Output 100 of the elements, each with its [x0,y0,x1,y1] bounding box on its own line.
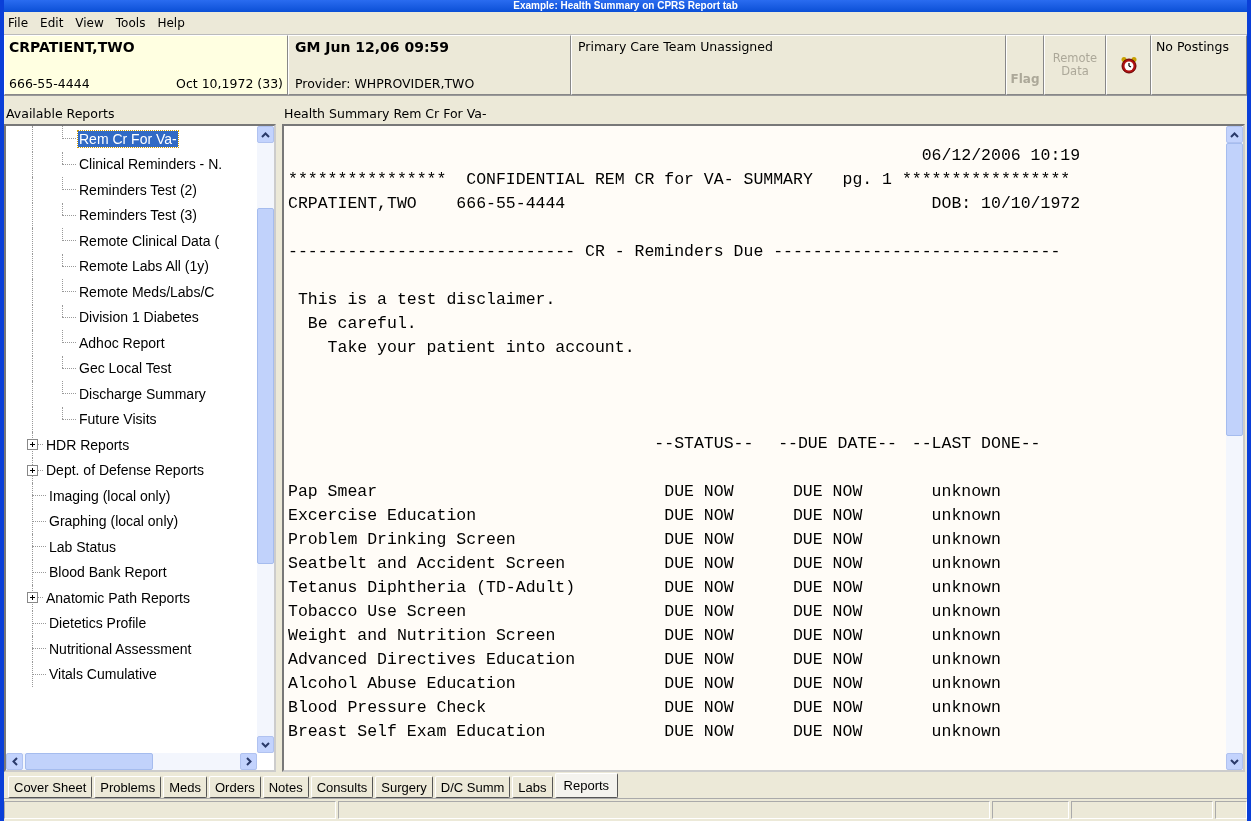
column-header: --LAST DONE-- [911,433,1042,455]
reminder-due-date: DUE NOW [791,481,864,503]
reminder-name: Alcohol Abuse Education [288,673,517,695]
reminder-status: DUE NOW [663,697,735,719]
patient-panel[interactable]: CRPATIENT,TWO 666-55-4444 Oct 10,1972 (33) [4,35,288,95]
tree-item[interactable]: Vitals Cumulative [48,666,158,683]
reminder-name: Excercise Education [288,505,478,527]
menu-item[interactable]: View [75,16,104,30]
reminder-due-date: DUE NOW [791,649,864,671]
tree-item[interactable]: Reminders Test (3) [78,207,198,224]
tree-item[interactable]: Blood Bank Report [48,564,168,581]
tab[interactable]: Cover Sheet [8,776,93,798]
tree-item[interactable]: Remote Meds/Labs/C [78,283,216,300]
reminder-due-date: DUE NOW [791,697,864,719]
reminder-status: DUE NOW [663,625,735,647]
tab[interactable]: Consults [310,776,374,798]
scroll-thumb[interactable] [1226,143,1243,436]
scroll-thumb[interactable] [257,208,274,564]
window-title: Example: Health Summary on CPRS Report tab [513,0,738,12]
reminder-last-done: unknown [930,577,1002,599]
tab[interactable]: Surgery [375,776,433,798]
scroll-right-button[interactable] [240,753,257,770]
tab[interactable]: Problems [94,776,162,798]
reminder-status: DUE NOW [663,553,735,575]
tab[interactable]: Labs [512,776,553,798]
scroll-left-button[interactable] [6,753,23,770]
tree-item[interactable]: Graphing (local only) [48,513,180,530]
tree-item[interactable]: Lab Status [48,538,117,555]
reminder-status: DUE NOW [663,601,735,623]
reminder-due-date: DUE NOW [791,601,864,623]
reminder-status: DUE NOW [663,649,735,671]
tab[interactable]: Orders [209,776,261,798]
tree-item[interactable]: Dept. of Defense Reports [45,462,205,479]
menu-item[interactable]: Edit [40,16,64,30]
reminder-due-date: DUE NOW [791,673,864,695]
expand-icon[interactable] [27,439,38,451]
caret-right-icon [245,757,252,766]
reminder-last-done: unknown [930,697,1002,719]
scroll-thumb[interactable] [25,753,153,770]
encounter-location: GM Jun 12,06 09:59 [295,39,451,55]
tree-item[interactable]: Rem Cr For Va- [78,130,178,147]
postings-panel[interactable]: No Postings [1151,35,1247,95]
reminder-last-done: unknown [930,625,1002,647]
reminder-last-done: unknown [930,529,1002,551]
encounter-panel[interactable]: GM Jun 12,06 09:59 Provider: WHPROVIDER,TWO [288,35,571,95]
reminder-status: DUE NOW [663,481,735,503]
reminder-last-done: unknown [930,481,1002,503]
menu-item[interactable]: Help [157,16,185,30]
report-text-line: Take your patient into account. [326,337,635,359]
scroll-up-button[interactable] [257,126,274,143]
reminder-last-done: unknown [930,649,1002,671]
reminder-name: Tetanus Diphtheria (TD-Adult) [288,577,577,599]
reminder-name: Pap Smear [288,481,379,503]
menu-item[interactable]: File [8,16,29,30]
report-text-line: This is a test disclaimer. [296,289,556,311]
tree-item[interactable]: Reminders Test (2) [78,181,198,198]
caret-up-icon [1230,131,1239,138]
reminder-name: Seatbelt and Accident Screen [288,553,567,575]
tab[interactable]: Notes [262,776,309,798]
reminder-last-done: unknown [930,505,1002,527]
reminders-button[interactable] [1106,35,1151,95]
tab[interactable]: Meds [163,776,207,798]
vertical-scrollbar[interactable] [257,126,274,753]
tree-item[interactable]: Gec Local Test [78,360,173,377]
tab[interactable]: Reports [554,773,619,798]
tree-item[interactable]: Remote Clinical Data ( [78,232,221,249]
scroll-down-button[interactable] [257,736,274,753]
tree-item[interactable]: Discharge Summary [78,385,207,402]
column-header: --DUE DATE-- [778,433,898,455]
expand-icon[interactable] [27,592,38,604]
tree-item[interactable]: Division 1 Diabetes [78,309,200,326]
patient-dob: Oct 10,1972 (33) [176,76,283,91]
tab[interactable]: D/C Summ [434,776,511,798]
report-text-line: Be careful. [306,313,417,335]
tree-item[interactable]: Adhoc Report [78,334,166,351]
reminder-name: Tobacco Use Screen [288,601,468,623]
tree-item[interactable]: Imaging (local only) [48,487,172,504]
menu-item[interactable]: Tools [115,16,146,30]
tree-item[interactable]: Dietetics Profile [48,615,148,632]
tree-item[interactable]: Nutritional Assessment [48,640,193,657]
tree-item[interactable]: Anatomic Path Reports [45,589,191,606]
tree-item[interactable]: Clinical Reminders - N. [78,156,224,173]
reminder-due-date: DUE NOW [791,529,864,551]
reminder-status: DUE NOW [663,505,735,527]
reminder-status: DUE NOW [663,529,735,551]
tree-item[interactable]: Future Visits [78,411,158,428]
panel-label: Available Reports [5,106,116,123]
vertical-scrollbar[interactable] [1226,126,1243,770]
reminder-status: DUE NOW [663,577,735,599]
caret-down-icon [261,741,270,748]
tree-item[interactable]: Remote Labs All (1y) [78,258,210,275]
scroll-up-button[interactable] [1226,126,1243,143]
reminder-name: Problem Drinking Screen [288,529,517,551]
care-team-panel[interactable]: Primary Care Team Unassigned [571,35,1006,95]
tree-item[interactable]: HDR Reports [45,436,131,453]
horizontal-scrollbar[interactable] [6,753,257,770]
reminder-name: Breast Self Exam Education [288,721,547,743]
expand-icon[interactable] [27,464,38,476]
scroll-down-button[interactable] [1226,753,1243,770]
caret-down-icon [1230,758,1239,765]
